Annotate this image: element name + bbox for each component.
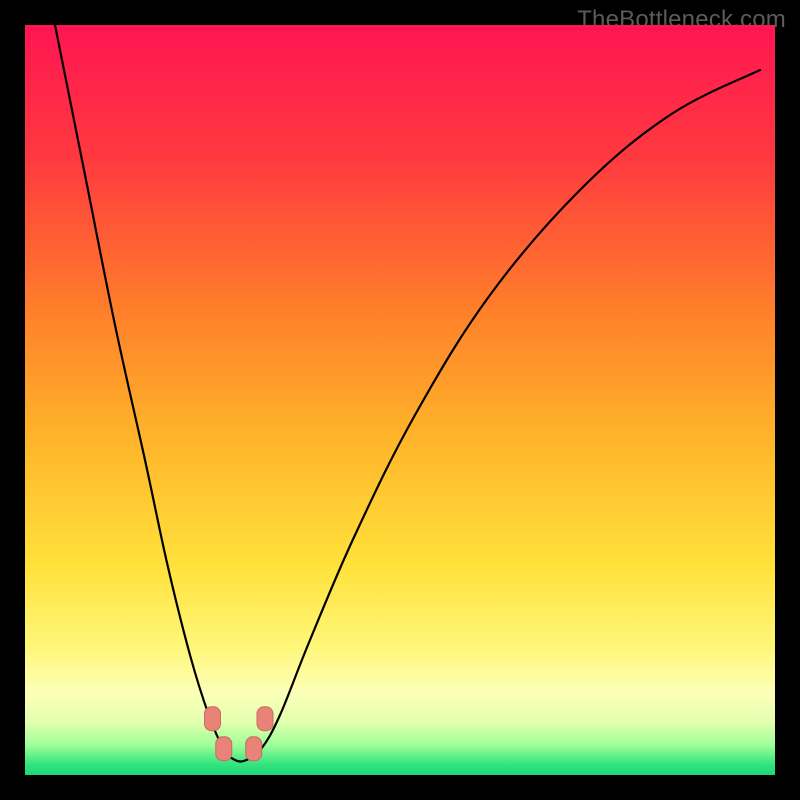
- curve-marker: [205, 707, 221, 731]
- curve-marker: [246, 737, 262, 761]
- curve-marker: [216, 737, 232, 761]
- curve-marker: [257, 707, 273, 731]
- plot-svg: [25, 25, 775, 775]
- plot-area: [25, 25, 775, 775]
- gradient-background: [25, 25, 775, 775]
- chart-frame: TheBottleneck.com: [0, 0, 800, 800]
